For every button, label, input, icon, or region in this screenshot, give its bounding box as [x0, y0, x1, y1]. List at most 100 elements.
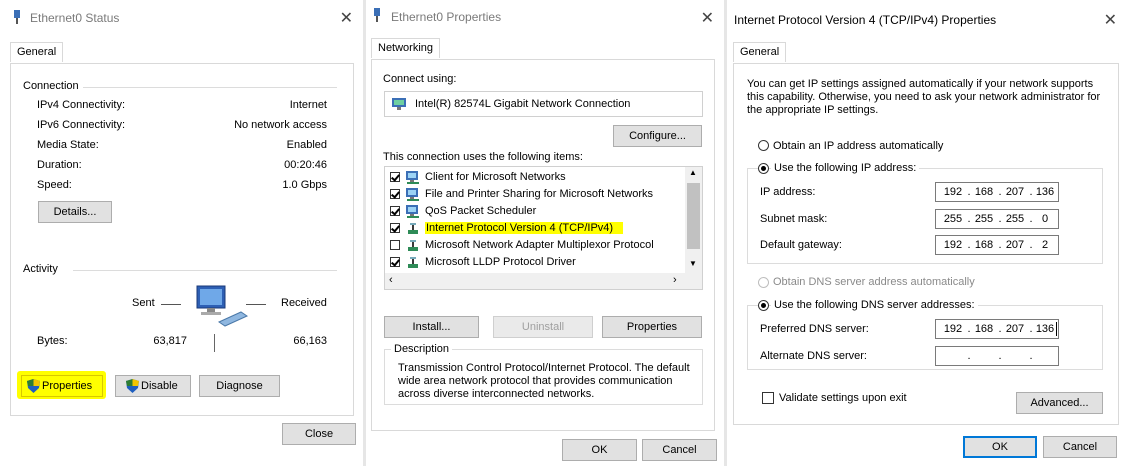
list-item[interactable]: QoS Packet Scheduler [387, 203, 677, 220]
connection-heading: Connection [23, 80, 79, 92]
general-panel: You can get IP settings assigned automat… [733, 63, 1119, 425]
alternate-dns-label: Alternate DNS server: [760, 350, 867, 362]
general-panel: Connection IPv4 Connectivity: Internet IPv… [10, 63, 354, 416]
item-checkbox[interactable] [390, 223, 400, 233]
list-item[interactable]: Microsoft LLDP Protocol Driver [387, 254, 677, 271]
list-item[interactable]: File and Printer Sharing for Microsoft N… [387, 186, 677, 203]
octet: 168 [974, 186, 994, 198]
networking-panel: Connect using: Intel(R) 82574L Gigabit N… [371, 59, 715, 431]
octet: 255 [943, 213, 963, 225]
scroll-thumb[interactable] [687, 183, 700, 249]
sent-label: Sent [132, 297, 155, 309]
scroll-up-icon[interactable]: ▲ [689, 168, 697, 177]
window-title: Internet Protocol Version 4 (TCP/IPv4) P… [734, 13, 997, 27]
shield-icon [27, 379, 40, 393]
divider [161, 304, 181, 305]
item-label: Microsoft LLDP Protocol Driver [425, 256, 576, 268]
tab-networking[interactable]: Networking [371, 38, 441, 58]
list-item[interactable]: Microsoft Network Adapter Multiplexor Pr… [387, 237, 677, 254]
use-following-ip-radio[interactable] [758, 163, 769, 174]
octet: 168 [974, 239, 994, 251]
octet: 192 [943, 323, 963, 335]
tab-general[interactable]: General [733, 42, 787, 62]
item-checkbox[interactable] [390, 172, 400, 182]
validate-checkbox[interactable] [762, 392, 774, 404]
uninstall-button[interactable]: Uninstall [493, 316, 593, 338]
ip-address-field[interactable]: 192. 168. 207. 136 [935, 182, 1059, 202]
default-gateway-field[interactable]: 192. 168. 207. 2 [935, 235, 1059, 255]
scroll-right-icon[interactable]: › [673, 274, 677, 286]
close-button[interactable]: Close [282, 423, 356, 445]
obtain-dns-auto-label: Obtain DNS server address automatically [773, 276, 975, 288]
use-following-dns-label: Use the following DNS server addresses: [771, 299, 978, 311]
use-following-dns-radio[interactable] [758, 300, 769, 311]
info-value: 1.0 Gbps [282, 179, 327, 191]
network-service-icon [406, 188, 419, 201]
close-icon[interactable]: ✕ [701, 8, 714, 28]
divider [73, 270, 337, 271]
configure-button[interactable]: Configure... [613, 125, 702, 147]
horizontal-scrollbar[interactable]: ‹ › [385, 273, 702, 289]
network-adapter-icon [14, 10, 20, 24]
dns-group: Use the following DNS server addresses: … [747, 299, 1103, 370]
list-item[interactable]: Client for Microsoft Networks [387, 169, 677, 186]
ok-button[interactable]: OK [562, 439, 637, 461]
disable-label: Disable [141, 380, 178, 392]
octet: 192 [943, 186, 963, 198]
ip-address-label: IP address: [760, 186, 816, 198]
adapter-box: Intel(R) 82574L Gigabit Network Connecti… [384, 91, 703, 117]
diagnose-button[interactable]: Diagnose [199, 375, 280, 397]
bytes-received-value: 66,163 [293, 335, 327, 347]
properties-label: Properties [42, 380, 93, 392]
item-properties-button[interactable]: Properties [602, 316, 702, 338]
description-text: Transmission Control Protocol/Internet P… [398, 362, 690, 400]
info-label: IPv6 Connectivity: [37, 119, 126, 131]
octet: 2 [1041, 239, 1049, 251]
info-value: 00:20:46 [284, 159, 327, 171]
close-icon[interactable]: ✕ [1104, 10, 1117, 30]
default-gateway-label: Default gateway: [760, 239, 842, 251]
properties-button[interactable]: Properties [21, 375, 103, 397]
octet: 136 [1035, 186, 1055, 198]
octet: 207 [1005, 186, 1025, 198]
network-service-icon [406, 205, 419, 218]
scroll-down-icon[interactable]: ▼ [689, 259, 697, 268]
octet: 207 [1005, 323, 1025, 335]
description-group: Description Transmission Control Protoco… [384, 343, 703, 405]
vertical-scrollbar[interactable]: ▲ ▼ [685, 167, 702, 273]
scroll-left-icon[interactable]: ‹ [389, 274, 393, 286]
subnet-mask-field[interactable]: 255. 255. 255. 0 [935, 209, 1059, 229]
disable-button[interactable]: Disable [115, 375, 191, 397]
item-label: QoS Packet Scheduler [425, 205, 537, 217]
received-label: Received [281, 297, 327, 309]
cancel-button[interactable]: Cancel [642, 439, 717, 461]
network-adapter-icon [374, 8, 380, 22]
cancel-button[interactable]: Cancel [1043, 436, 1117, 458]
items-list: Client for Microsoft Networks File and Pr… [384, 166, 703, 290]
alternate-dns-field[interactable]: . . . [935, 346, 1059, 366]
obtain-dns-auto-radio[interactable] [758, 277, 769, 288]
install-button[interactable]: Install... [384, 316, 479, 338]
octet: 136 [1035, 323, 1055, 335]
item-checkbox[interactable] [390, 257, 400, 267]
info-label: Duration: [37, 159, 82, 171]
preferred-dns-label: Preferred DNS server: [760, 323, 869, 335]
divider [83, 87, 337, 88]
octet: 192 [943, 239, 963, 251]
advanced-button[interactable]: Advanced... [1016, 392, 1103, 414]
octet: 0 [1041, 213, 1049, 225]
details-button[interactable]: Details... [38, 201, 112, 223]
info-label: Speed: [37, 179, 72, 191]
bytes-sent-value: 63,817 [153, 335, 187, 347]
tab-general[interactable]: General [10, 42, 64, 62]
preferred-dns-field[interactable]: 192. 168. 207. 136 [935, 319, 1059, 339]
list-item[interactable]: Internet Protocol Version 4 (TCP/IPv4) [387, 220, 677, 237]
obtain-ip-auto-radio[interactable] [758, 140, 769, 151]
item-checkbox[interactable] [390, 206, 400, 216]
info-label: Media State: [37, 139, 99, 151]
item-checkbox[interactable] [390, 189, 400, 199]
ok-button[interactable]: OK [963, 436, 1037, 458]
use-following-ip-label: Use the following IP address: [771, 162, 920, 174]
item-checkbox[interactable] [390, 240, 400, 250]
close-icon[interactable]: ✕ [340, 8, 353, 28]
